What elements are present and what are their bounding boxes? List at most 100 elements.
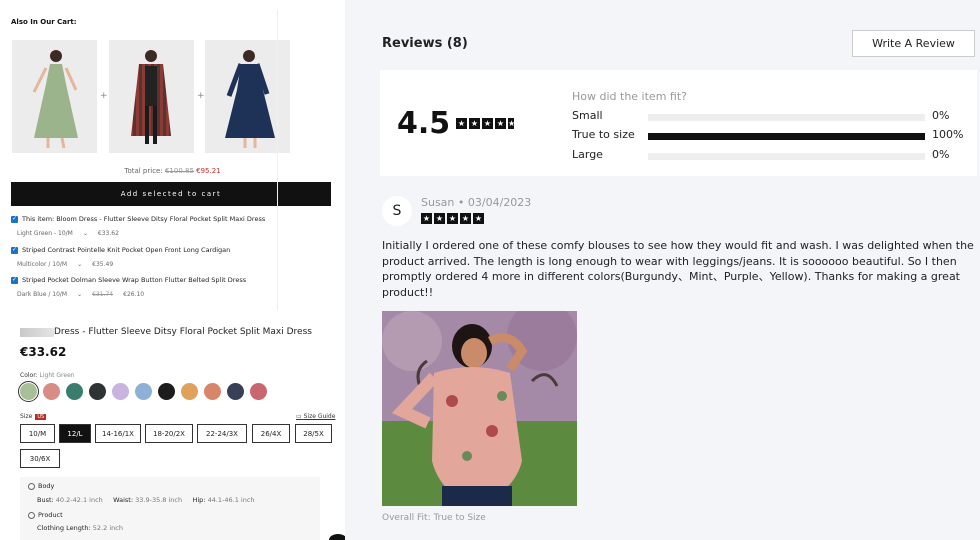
size-option[interactable]: 14-16/1X [95, 424, 141, 443]
color-swatch[interactable] [135, 383, 152, 400]
fit-label: True to size [572, 128, 635, 141]
checkbox-checked-icon[interactable]: ✓ [11, 215, 18, 223]
blurred-text [20, 327, 54, 337]
fit-row-large: Large 0% [572, 148, 972, 162]
color-swatch[interactable] [181, 383, 198, 400]
star-icon: ★ [469, 118, 480, 129]
product-price: €33.62 [20, 345, 67, 359]
size-guide-text: Size Guide [303, 413, 336, 420]
color-swatch[interactable] [66, 383, 83, 400]
product-icon [28, 511, 35, 519]
color-swatch[interactable] [43, 383, 60, 400]
size-option[interactable]: 10/M [20, 424, 55, 443]
fit-bar [648, 153, 925, 160]
star-icon: ★ [460, 213, 471, 224]
plus-icon: + [197, 91, 205, 101]
size-guide-link[interactable]: ▭ Size Guide [296, 413, 335, 420]
fit-bar-fill [648, 133, 925, 140]
size-option[interactable]: 22-24/3X [197, 424, 247, 443]
cart-item-image-2[interactable] [109, 40, 194, 153]
cart-item-name: Striped Contrast Pointelle Knit Pocket O… [22, 246, 231, 254]
star-icon: ★ [434, 213, 445, 224]
fit-label: Small [572, 109, 603, 122]
star-icon: ★ [495, 118, 506, 129]
product-title-text: Product [38, 511, 63, 519]
variant-select[interactable]: Multicolor / 10/M [17, 261, 67, 268]
cart-selection-item: ✓ Striped Contrast Pointelle Knit Pocket… [11, 246, 331, 268]
checkbox-checked-icon[interactable]: ✓ [11, 246, 18, 254]
item-price: €35.49 [92, 261, 114, 268]
add-selected-to-cart-button[interactable]: Add selected to cart [11, 182, 331, 206]
variant-select[interactable]: Light Green - 10/M [17, 230, 73, 237]
fit-question: How did the item fit? [572, 90, 687, 103]
star-icon: ★ [456, 118, 467, 129]
size-label: Size US [20, 413, 47, 420]
color-swatch[interactable] [89, 383, 106, 400]
color-label: Color: Light Green [20, 372, 75, 379]
also-in-cart-title: Also In Our Cart: [11, 18, 77, 26]
body-icon [28, 482, 35, 490]
fit-percent: 0% [932, 109, 950, 122]
measurements-panel: Body Bust: 40.2-42.1 inch Waist: 33.9-35… [20, 477, 320, 540]
color-label-text: Color: [20, 372, 38, 379]
color-swatch[interactable] [112, 383, 129, 400]
review-photo[interactable] [382, 311, 577, 506]
color-swatch[interactable] [158, 383, 175, 400]
cart-item-image-1[interactable] [12, 40, 97, 153]
cart-selection-item: ✓ Striped Pocket Dolman Sleeve Wrap Butt… [11, 276, 331, 298]
color-swatch[interactable] [250, 383, 267, 400]
body-measurements: Bust: 40.2-42.1 inch Waist: 33.9-35.8 in… [37, 496, 255, 504]
star-icon: ★ [447, 213, 458, 224]
color-swatch[interactable] [204, 383, 221, 400]
size-option[interactable]: 30/6X [20, 449, 60, 468]
color-swatch[interactable] [227, 383, 244, 400]
color-swatch[interactable] [18, 381, 39, 402]
star-icon: ★ [482, 118, 493, 129]
overall-fit: Overall Fit: True to Size [382, 513, 486, 523]
star-icon: ★ [421, 213, 432, 224]
body-title-text: Body [38, 482, 55, 490]
write-review-button[interactable]: Write A Review [852, 30, 975, 57]
hip-value: 44.1-46.1 inch [207, 496, 255, 504]
bust-value: 40.2-42.1 inch [55, 496, 103, 504]
size-option[interactable]: 26/4X [252, 424, 290, 443]
chevron-down-icon[interactable]: ⌄ [77, 261, 82, 268]
size-label-text: Size [20, 413, 33, 420]
body-section-title: Body [28, 482, 54, 490]
total-price: Total price: €100.85 €95.21 [0, 167, 345, 175]
avatar: S [382, 196, 412, 226]
ruler-icon: ▭ [296, 413, 302, 420]
chevron-down-icon[interactable]: ⌄ [83, 230, 88, 237]
size-region-badge[interactable]: US [35, 413, 47, 420]
chevron-down-icon[interactable]: ⌄ [77, 291, 82, 298]
product-title: Dress - Flutter Sleeve Ditsy Floral Pock… [20, 327, 312, 337]
product-measurements: Clothing Length: 52.2 inch [37, 524, 123, 532]
average-rating: 4.5 [397, 106, 451, 141]
waist-label: Waist: [113, 496, 134, 504]
fit-row-small: Small 0% [572, 109, 972, 123]
size-option-selected[interactable]: 12/L [59, 424, 91, 443]
size-option[interactable]: 28/5X [295, 424, 332, 443]
cart-selection-item: ✓ This item: Bloom Dress - Flutter Sleev… [11, 215, 331, 237]
fit-bar [648, 114, 925, 121]
fit-percent: 100% [932, 128, 964, 141]
length-value: 52.2 inch [92, 524, 123, 532]
fit-label: Large [572, 148, 603, 161]
plus-icon: + [100, 91, 108, 101]
length-label: Clothing Length: [37, 524, 91, 532]
color-value: Light Green [39, 372, 75, 379]
hip-label: Hip: [192, 496, 206, 504]
product-name: Dress - Flutter Sleeve Ditsy Floral Pock… [54, 327, 312, 337]
variant-select[interactable]: Dark Blue / 10/M [17, 291, 67, 298]
checkbox-checked-icon[interactable]: ✓ [11, 276, 18, 284]
reviewer-name: Susan [421, 196, 455, 209]
waist-value: 33.9-35.8 inch [135, 496, 183, 504]
average-stars: ★ ★ ★ ★ ★ [456, 118, 514, 129]
color-swatches [18, 381, 267, 402]
item-original-price: €31.74 [92, 291, 114, 298]
size-option[interactable]: 18-20/2X [145, 424, 193, 443]
star-icon: ★ [473, 213, 484, 224]
reviews-title: Reviews (8) [382, 36, 468, 51]
reviews-panel: Reviews (8) Write A Review 4.5 ★ ★ ★ ★ ★… [367, 0, 980, 540]
item-price: €26.10 [123, 291, 145, 298]
